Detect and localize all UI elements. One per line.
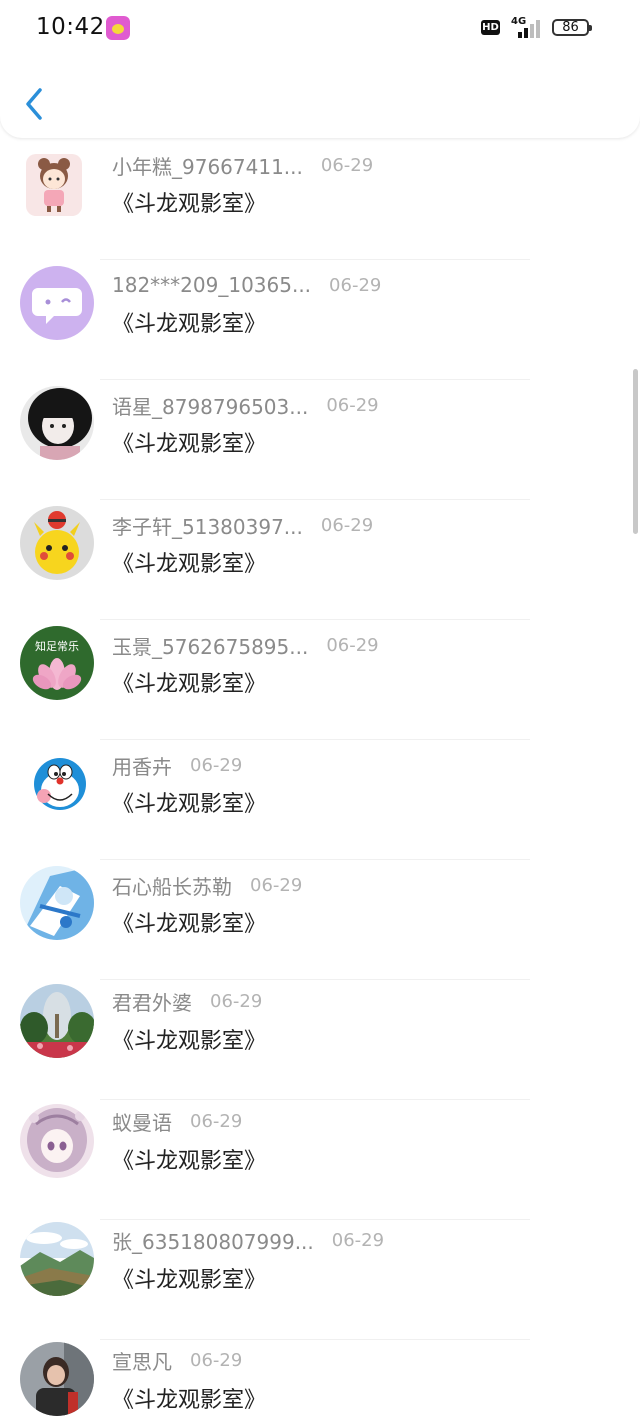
- username[interactable]: 小年糕_97667411...: [112, 151, 303, 180]
- list-item[interactable]: 宣思凡 06-29 《斗龙观影室》: [0, 1340, 640, 1422]
- comment-date: 06-29: [210, 990, 263, 1012]
- person-photo-avatar[interactable]: [20, 1342, 94, 1416]
- comment-text: 《斗龙观影室》: [112, 1149, 267, 1174]
- comment-date: 06-29: [326, 634, 379, 656]
- list-item[interactable]: 语星_8798796503... 06-29 《斗龙观影室》: [0, 380, 640, 500]
- garden-photo-avatar[interactable]: [20, 984, 94, 1058]
- back-button[interactable]: [18, 82, 58, 126]
- comment-text: 《斗龙观影室》: [112, 312, 267, 337]
- dark-hair-girl-avatar[interactable]: [20, 386, 94, 460]
- comment-date: 06-29: [190, 1110, 243, 1132]
- anime-character-avatar[interactable]: [20, 866, 94, 940]
- comment-date: 06-29: [331, 1229, 385, 1251]
- anime-girl-avatar[interactable]: [20, 1104, 94, 1178]
- comment-meta: 语星_8798796503... 06-29: [112, 390, 379, 420]
- chevron-left-icon: [26, 88, 42, 120]
- comment-text: 《斗龙观影室》: [112, 1029, 267, 1054]
- comment-date: 06-29: [320, 514, 374, 536]
- list-item[interactable]: 张_635180807999... 06-29 《斗龙观影室》: [0, 1220, 640, 1340]
- username[interactable]: 君君外婆: [112, 987, 192, 1016]
- chat-bubble-avatar[interactable]: [20, 266, 94, 340]
- app-notification-icon: [106, 16, 130, 40]
- avatar-caption: 知足常乐: [35, 639, 79, 653]
- comment-date: 06-29: [329, 274, 382, 296]
- list-item[interactable]: 君君外婆 06-29 《斗龙观影室》: [0, 980, 640, 1100]
- list-item[interactable]: 李子轩_51380397... 06-29 《斗龙观影室》: [0, 500, 640, 620]
- comment-text: 《斗龙观影室》: [112, 1268, 267, 1293]
- top-header: 10:42 HD 4G 86: [0, 0, 640, 138]
- username[interactable]: 宣思凡: [112, 1346, 172, 1375]
- scrollbar[interactable]: [630, 140, 640, 1422]
- cartoon-girl-avatar[interactable]: [26, 154, 82, 216]
- list-item[interactable]: 182***209_10365... 06-29 《斗龙观影室》: [0, 260, 640, 380]
- username[interactable]: 蚁曼语: [112, 1107, 172, 1136]
- list-item[interactable]: 知足常乐 玉景_5762675895... 06-29 《斗龙观影室》: [0, 620, 640, 740]
- scrollbar-thumb[interactable]: [633, 369, 638, 534]
- comment-text: 《斗龙观影室》: [112, 672, 267, 697]
- username[interactable]: 182***209_10365...: [112, 273, 311, 297]
- doraemon-avatar[interactable]: [20, 746, 94, 820]
- comment-meta: 182***209_10365... 06-29: [112, 270, 381, 300]
- list-item[interactable]: 用香卉 06-29 《斗龙观影室》: [0, 740, 640, 860]
- status-time: 10:42: [36, 14, 105, 40]
- list-item[interactable]: 蚁曼语 06-29 《斗龙观影室》: [0, 1100, 640, 1220]
- hd-icon: HD: [481, 20, 500, 35]
- username[interactable]: 张_635180807999...: [112, 1226, 314, 1255]
- lotus-flower-avatar[interactable]: 知足常乐: [20, 626, 94, 700]
- signal-strength-icon: [514, 18, 544, 38]
- username[interactable]: 李子轩_51380397...: [112, 511, 303, 540]
- username[interactable]: 石心船长苏勒: [112, 871, 232, 900]
- comment-list-screen: 小年糕_97667411... 06-29 《斗龙观影室》 182***209_…: [0, 0, 640, 1422]
- username[interactable]: 用香卉: [112, 751, 172, 780]
- comment-text: 《斗龙观影室》: [112, 792, 267, 817]
- landscape-photo-avatar[interactable]: [20, 1222, 94, 1296]
- list-item[interactable]: 小年糕_97667411... 06-29 《斗龙观影室》: [0, 140, 640, 260]
- comment-meta: 石心船长苏勒 06-29: [112, 870, 302, 900]
- comment-meta: 宣思凡 06-29: [112, 1345, 242, 1375]
- status-bar: 10:42 HD 4G 86: [0, 0, 640, 58]
- username[interactable]: 玉景_5762675895...: [112, 631, 308, 660]
- username[interactable]: 语星_8798796503...: [112, 391, 308, 420]
- comment-meta: 李子轩_51380397... 06-29: [112, 510, 373, 540]
- comment-text: 《斗龙观影室》: [112, 552, 267, 577]
- comment-text: 《斗龙观影室》: [112, 192, 267, 217]
- battery-icon: 86: [552, 19, 592, 36]
- list-item[interactable]: 石心船长苏勒 06-29 《斗龙观影室》: [0, 860, 640, 980]
- comment-text: 《斗龙观影室》: [112, 912, 267, 937]
- comment-date: 06-29: [326, 394, 379, 416]
- comment-meta: 张_635180807999... 06-29: [112, 1225, 384, 1255]
- pikachu-avatar[interactable]: [20, 506, 94, 580]
- comment-date: 06-29: [250, 874, 303, 896]
- comment-meta: 用香卉 06-29: [112, 750, 242, 780]
- comment-date: 06-29: [190, 1349, 243, 1371]
- comment-meta: 玉景_5762675895... 06-29: [112, 630, 379, 660]
- comment-text: 《斗龙观影室》: [112, 1388, 267, 1413]
- comment-meta: 小年糕_97667411... 06-29: [112, 150, 373, 180]
- comment-meta: 蚁曼语 06-29: [112, 1106, 242, 1136]
- comment-date: 06-29: [190, 754, 243, 776]
- comment-meta: 君君外婆 06-29: [112, 986, 262, 1016]
- comment-date: 06-29: [320, 154, 374, 176]
- comment-text: 《斗龙观影室》: [112, 432, 267, 457]
